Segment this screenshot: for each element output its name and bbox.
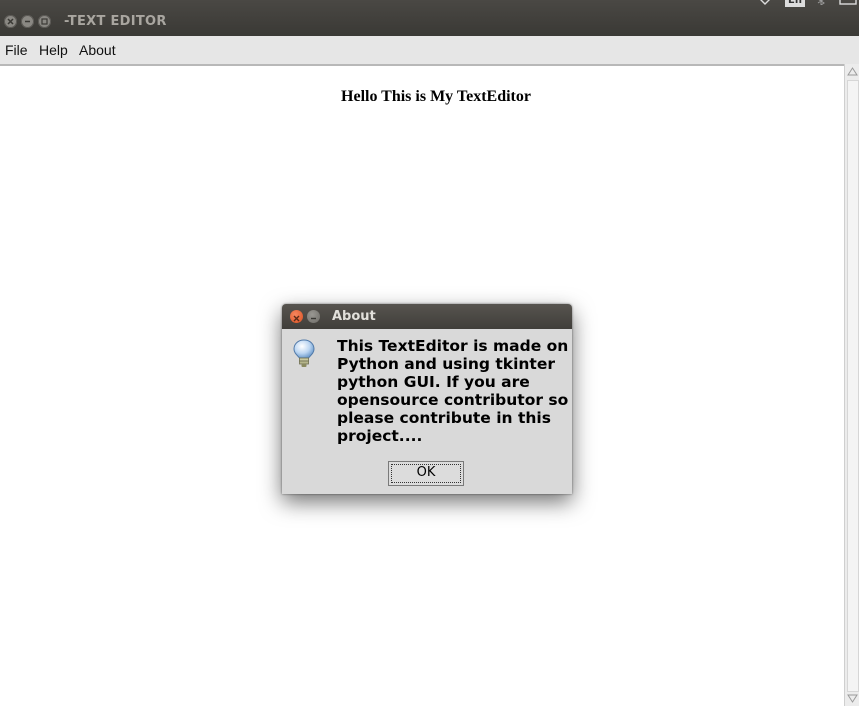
window-close-button[interactable] — [4, 15, 17, 28]
lightbulb-info-icon — [293, 339, 315, 367]
dialog-titlebar: About — [282, 304, 572, 329]
dialog-title: About — [332, 309, 376, 324]
scroll-down-arrow-icon[interactable] — [846, 692, 859, 705]
scroll-up-arrow-icon[interactable] — [846, 65, 859, 78]
menu-about[interactable]: About — [79, 42, 116, 58]
menu-file[interactable]: File — [5, 42, 28, 58]
maximize-icon — [41, 18, 48, 25]
close-icon — [7, 18, 14, 25]
menu-bar: File Help About — [0, 36, 859, 66]
close-icon — [293, 315, 300, 322]
dialog-minimize-button[interactable] — [307, 310, 320, 323]
about-dialog: About This TextEditor is made on Python … — [282, 304, 572, 494]
window-maximize-button[interactable] — [38, 15, 51, 28]
window-titlebar: -TEXT EDITOR En — [0, 0, 859, 36]
scrollbar-thumb[interactable] — [847, 80, 859, 692]
mail-icon[interactable] — [839, 0, 857, 8]
minimize-icon — [311, 317, 316, 320]
dialog-close-button[interactable] — [290, 310, 303, 323]
network-icon[interactable] — [759, 0, 771, 8]
dialog-message: This TextEditor is made on Python and us… — [337, 337, 569, 445]
editor-content-text: Hello This is My TextEditor — [341, 88, 531, 105]
window-title: -TEXT EDITOR — [64, 14, 167, 29]
keyboard-layout-indicator[interactable]: En — [785, 0, 805, 7]
ok-button[interactable]: OK — [388, 461, 464, 486]
ok-button-label: OK — [416, 465, 436, 480]
bluetooth-icon[interactable] — [817, 0, 825, 8]
minimize-icon — [25, 20, 30, 23]
window-minimize-button[interactable] — [21, 15, 34, 28]
menu-help[interactable]: Help — [39, 42, 68, 58]
vertical-scrollbar[interactable] — [844, 64, 859, 706]
